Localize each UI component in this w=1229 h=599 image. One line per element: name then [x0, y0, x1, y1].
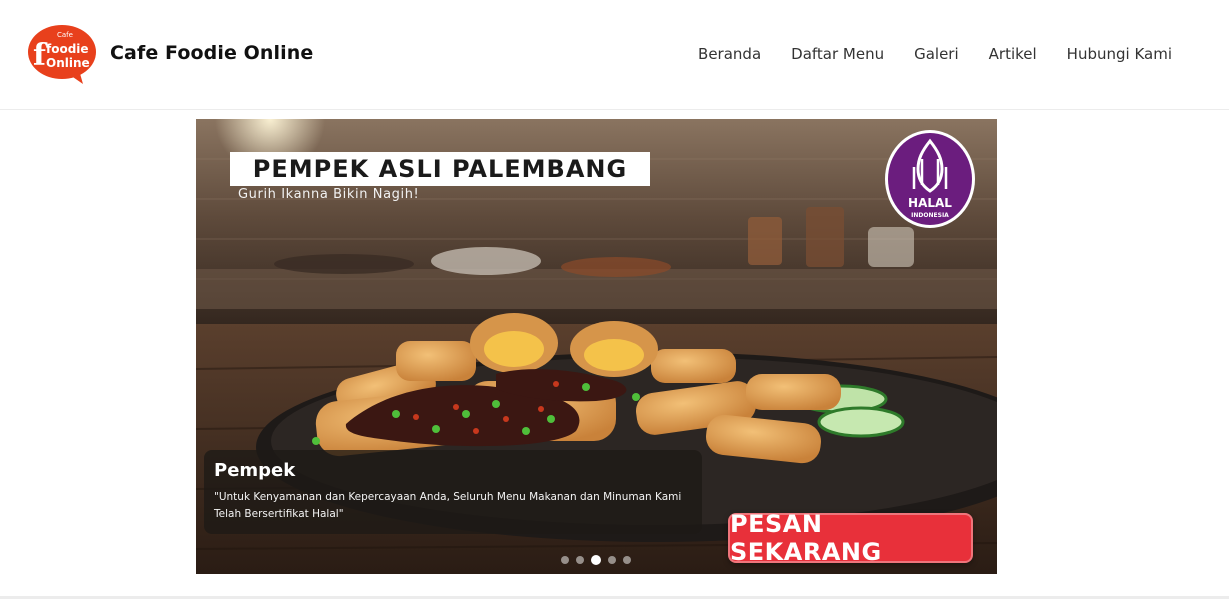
hero-carousel[interactable]: PEMPEK ASLI PALEMBANG Gurih Ikanna Bikin…: [196, 119, 997, 574]
caption-title: Pempek: [214, 460, 296, 481]
nav-item-beranda[interactable]: Beranda: [698, 45, 761, 63]
logo-word-1: foodie: [46, 42, 89, 56]
logo-word-2: Online: [46, 56, 90, 70]
main-nav: Beranda Daftar Menu Galeri Artikel Hubun…: [698, 45, 1172, 63]
nav-item-daftar-menu[interactable]: Daftar Menu: [791, 45, 884, 63]
caption-text: "Untuk Kenyamanan dan Kepercayaan Anda, …: [214, 491, 682, 520]
brand-name[interactable]: Cafe Foodie Online: [110, 42, 313, 64]
brand-logo-icon[interactable]: Cafe f foodie Online: [27, 23, 97, 85]
nav-item-galeri[interactable]: Galeri: [914, 45, 959, 63]
carousel-dot-1[interactable]: [561, 556, 569, 564]
promo-subtitle: Gurih Ikanna Bikin Nagih!: [238, 187, 420, 202]
carousel-indicators: [561, 555, 631, 565]
promo-banner: PEMPEK ASLI PALEMBANG: [230, 152, 650, 186]
carousel-dot-3[interactable]: [591, 555, 601, 565]
nav-item-artikel[interactable]: Artikel: [989, 45, 1037, 63]
slide-caption: Pempek "Untuk Kenyamanan dan Kepercayaan…: [204, 450, 702, 534]
logo-small-text: Cafe: [57, 31, 73, 39]
halal-seal-icon: HALAL INDONESIA: [885, 130, 975, 228]
halal-sublabel: INDONESIA: [911, 212, 949, 219]
carousel-dot-5[interactable]: [623, 556, 631, 564]
order-now-button[interactable]: PESAN SEKARANG: [728, 510, 973, 566]
carousel-dot-2[interactable]: [576, 556, 584, 564]
nav-item-hubungi-kami[interactable]: Hubungi Kami: [1067, 45, 1172, 63]
carousel-dot-4[interactable]: [608, 556, 616, 564]
site-header: Cafe f foodie Online Cafe Foodie Online …: [0, 0, 1229, 110]
halal-label: HALAL: [908, 196, 952, 210]
promo-title: PEMPEK ASLI PALEMBANG: [252, 155, 628, 183]
